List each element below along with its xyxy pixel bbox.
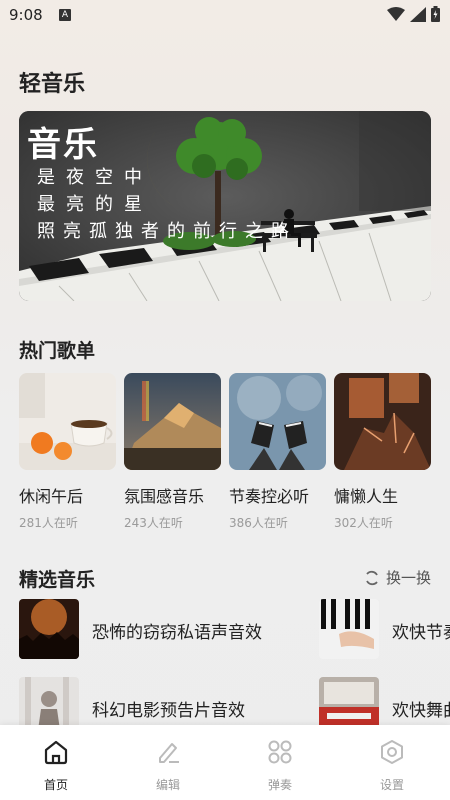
banner-line-1: 是夜空中 xyxy=(37,167,153,188)
playlist-card[interactable]: 慵懒人生 302人在听 xyxy=(334,373,431,531)
track-cover xyxy=(319,599,379,659)
track-item[interactable]: 欢快节奏 xyxy=(319,599,450,659)
home-icon xyxy=(44,740,68,765)
edit-icon xyxy=(159,743,179,763)
playlist-card[interactable]: 休闲午后 281人在听 xyxy=(19,373,116,531)
wifi-icon xyxy=(387,6,405,21)
bottom-tab-bar: 首页 编辑 弹奏 设置 xyxy=(0,725,450,800)
featured-title: 精选音乐 xyxy=(19,569,96,591)
settings-icon xyxy=(381,740,403,764)
playlist-listeners: 302人在听 xyxy=(334,516,393,530)
refresh-label: 换一换 xyxy=(385,569,431,587)
playlist-cover xyxy=(124,373,221,470)
hot-playlists: 休闲午后 281人在听 氛围感音乐 243人在听 节奏控必听 386人在听 慵懒… xyxy=(19,373,431,538)
playlist-name: 休闲午后 xyxy=(19,487,84,506)
track-name: 恐怖的窃窃私语声音效 xyxy=(92,623,262,643)
banner-line-3: 照亮孤独者的前行之路 xyxy=(37,221,297,242)
playlist-card[interactable]: 节奏控必听 386人在听 xyxy=(229,373,326,531)
playlist-cover xyxy=(334,373,431,470)
playlist-cover xyxy=(19,373,116,470)
track-cover xyxy=(19,599,79,659)
tab-home[interactable]: 首页 xyxy=(0,725,112,800)
playlist-card[interactable]: 氛围感音乐 243人在听 xyxy=(124,373,221,531)
tab-label: 设置 xyxy=(379,778,404,792)
playlist-cover xyxy=(229,373,326,470)
refresh-button[interactable]: 换一换 xyxy=(364,567,431,588)
app-title: 轻音乐 xyxy=(19,72,86,97)
tab-play[interactable]: 弹奏 xyxy=(224,725,336,800)
status-bar: 9:08 A xyxy=(0,0,450,30)
tab-label: 编辑 xyxy=(155,778,180,792)
refresh-icon xyxy=(366,570,378,585)
tab-label: 弹奏 xyxy=(267,778,292,792)
playlist-name: 氛围感音乐 xyxy=(124,487,205,506)
grid-icon xyxy=(268,740,292,764)
banner[interactable]: 音乐 是夜空中 最亮的星 照亮孤独者的前行之路 xyxy=(19,111,431,301)
track-item[interactable]: 恐怖的窃窃私语声音效 xyxy=(19,599,309,659)
status-time: 9:08 xyxy=(9,6,43,24)
tab-edit[interactable]: 编辑 xyxy=(112,725,224,800)
playlist-listeners: 243人在听 xyxy=(124,516,183,530)
battery-icon xyxy=(431,6,440,22)
tab-settings[interactable]: 设置 xyxy=(336,725,448,800)
status-icons xyxy=(387,6,440,22)
playlist-name: 慵懒人生 xyxy=(334,487,399,506)
playlist-listeners: 386人在听 xyxy=(229,516,288,530)
hot-playlists-title: 热门歌单 xyxy=(19,340,96,362)
notification-icon: A xyxy=(59,9,71,21)
playlist-listeners: 281人在听 xyxy=(19,516,78,530)
signal-icon xyxy=(410,6,426,22)
track-name: 欢快舞曲 xyxy=(392,701,450,721)
track-name: 欢快节奏 xyxy=(392,623,450,643)
track-name: 科幻电影预告片音效 xyxy=(92,701,245,721)
banner-title: 音乐 xyxy=(27,125,99,165)
tab-label: 首页 xyxy=(43,778,68,792)
banner-line-2: 最亮的星 xyxy=(37,194,153,215)
playlist-name: 节奏控必听 xyxy=(229,487,310,506)
